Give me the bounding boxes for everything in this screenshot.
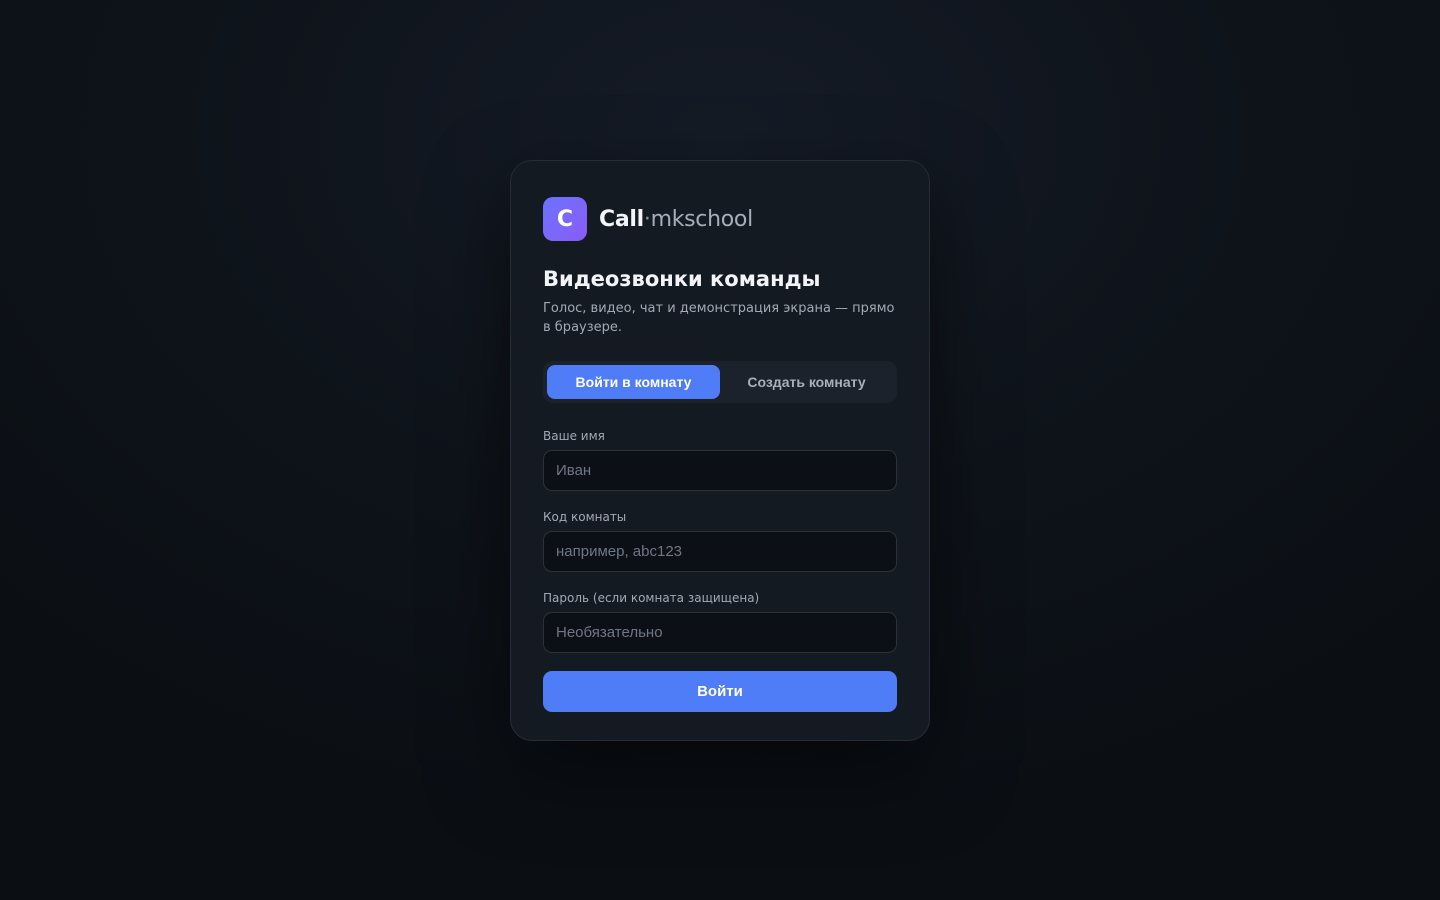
room-code-label: Код комнаты [543,510,627,524]
tab-create-room[interactable]: Создать комнату [720,365,893,399]
brand-name: Call·mkschool [599,207,753,232]
room-code-input[interactable] [543,531,897,572]
name-label: Ваше имя [543,429,605,443]
brand-name-dot: · [643,206,651,232]
mode-tabs: Войти в комнату Создать комнату [543,361,897,403]
brand-name-main: Call [599,206,644,232]
page-subtitle: Голос, видео, чат и демонстрация экрана … [543,301,895,335]
app-logo-icon: C [543,197,587,241]
tab-join-room[interactable]: Войти в комнату [547,365,720,399]
join-card: C Call·mkschool Видеозвонки команды Голо… [510,160,930,741]
password-input[interactable] [543,612,897,653]
logo-letter: C [556,206,574,232]
brand-name-sub: mkschool [650,206,754,232]
brand: C Call·mkschool [543,197,897,241]
name-input[interactable] [543,450,897,491]
join-button[interactable]: Войти [543,671,897,712]
page-title: Видеозвонки команды [543,267,821,291]
password-label: Пароль (если комната защищена) [543,591,760,605]
